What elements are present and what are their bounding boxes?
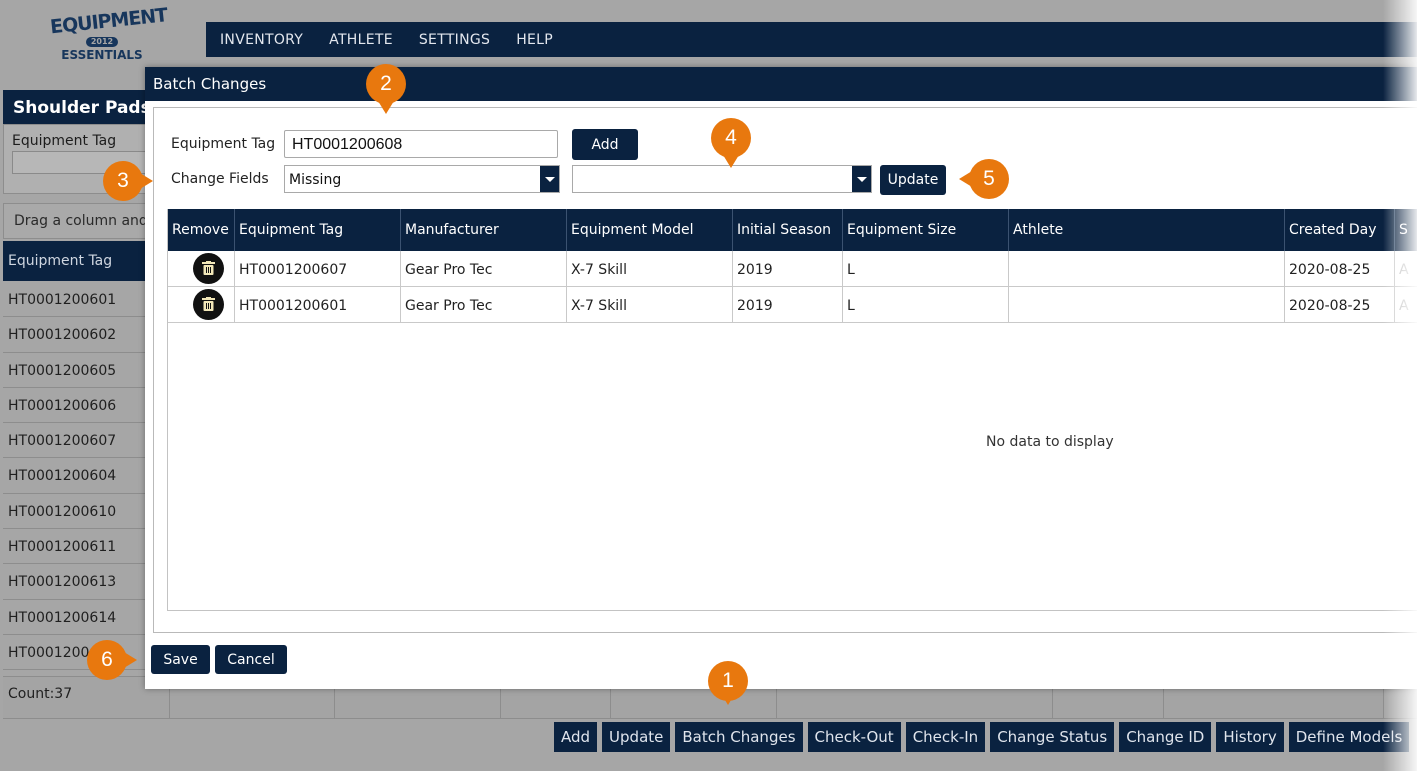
cell-equipment-size: L <box>843 251 1009 286</box>
cell-athlete <box>1009 287 1285 322</box>
update-button[interactable]: Update <box>602 722 671 752</box>
cell-status: A <box>1395 251 1417 286</box>
remove-cell <box>168 287 235 322</box>
no-data-message: No data to display <box>986 434 1114 450</box>
callout-6: 6 <box>87 640 137 680</box>
cell-equipment-tag: HT0001200601 <box>235 287 401 322</box>
cell-athlete <box>1009 251 1285 286</box>
list-item[interactable]: HT0001200605 <box>3 352 148 388</box>
define-models-button[interactable]: Define Models <box>1288 722 1410 752</box>
nav-athlete[interactable]: ATHLETE <box>329 32 393 48</box>
equipment-tag-label: Equipment Tag <box>171 136 276 152</box>
cell-initial-season: 2019 <box>733 251 843 286</box>
cancel-button[interactable]: Cancel <box>215 645 287 674</box>
cell-status: A <box>1395 287 1417 322</box>
list-item[interactable]: HT0001200604 <box>3 458 148 494</box>
check-in-button[interactable]: Check-In <box>905 722 986 752</box>
cell-equipment-model: X-7 Skill <box>567 287 733 322</box>
equipment-list: HT0001200601 HT0001200602 HT0001200605 H… <box>3 282 148 671</box>
cell-created-day: 2020-08-25 <box>1285 251 1395 286</box>
callout-4: 4 <box>711 118 751 168</box>
trash-icon <box>202 261 215 275</box>
remove-row-button[interactable] <box>193 253 224 284</box>
nav-inventory[interactable]: INVENTORY <box>220 32 303 48</box>
change-fields-label: Change Fields <box>171 171 269 187</box>
equipment-tag-input[interactable]: HT0001200608 <box>284 130 558 158</box>
change-id-button[interactable]: Change ID <box>1119 722 1212 752</box>
chevron-down-icon[interactable] <box>852 166 871 192</box>
top-nav: INVENTORY ATHLETE SETTINGS HELP <box>206 22 1417 57</box>
table-row: HT0001200601 Gear Pro Tec X-7 Skill 2019… <box>168 287 1417 323</box>
history-button[interactable]: History <box>1216 722 1284 752</box>
list-item[interactable]: HT0001200601 <box>3 282 148 318</box>
column-remove[interactable]: Remove <box>168 209 235 251</box>
dialog-title: Batch Changes <box>145 67 1417 101</box>
remove-cell <box>168 251 235 286</box>
column-equipment-size[interactable]: Equipment Size <box>843 209 1009 251</box>
list-item[interactable]: HT0001200606 <box>3 387 148 424</box>
change-fields-value: Missing <box>289 172 342 188</box>
field-value-select[interactable] <box>572 165 872 193</box>
chevron-down-icon[interactable] <box>540 166 559 192</box>
callout-2: 2 <box>366 64 406 114</box>
callout-3: 3 <box>103 161 153 201</box>
add-tag-button[interactable]: Add <box>572 129 638 160</box>
group-by-hint: Drag a column and <box>3 203 148 239</box>
filter-label: Equipment Tag <box>12 133 117 149</box>
batch-changes-dialog: Batch Changes Equipment Tag HT0001200608… <box>145 67 1417 689</box>
add-button[interactable]: Add <box>554 722 598 752</box>
list-item[interactable]: HT0001200614 <box>3 599 148 635</box>
bottom-toolbar: Add Update Batch Changes Check-Out Check… <box>554 722 1410 752</box>
column-manufacturer[interactable]: Manufacturer <box>401 209 567 251</box>
nav-help[interactable]: HELP <box>516 32 553 48</box>
batch-items-table: Remove Equipment Tag Manufacturer Equipm… <box>167 209 1417 611</box>
list-item[interactable]: HT0001200610 <box>3 493 148 530</box>
callout-1: 1 <box>708 661 748 705</box>
list-item[interactable]: HT0001200613 <box>3 564 148 600</box>
column-athlete[interactable]: Athlete <box>1009 209 1285 251</box>
save-button[interactable]: Save <box>151 645 210 674</box>
panel-title: Shoulder Pads <box>3 90 148 124</box>
cell-equipment-tag: HT0001200607 <box>235 251 401 286</box>
remove-row-button[interactable] <box>193 289 224 320</box>
check-out-button[interactable]: Check-Out <box>807 722 901 752</box>
trash-icon <box>202 297 215 311</box>
equipment-essentials-logo: EQUIPMENT 2012 ESSENTIALS <box>49 4 168 66</box>
count-label: Count:37 <box>8 686 73 702</box>
logo-line-2: 2012 <box>85 37 119 47</box>
cell-equipment-size: L <box>843 287 1009 322</box>
change-fields-select[interactable]: Missing <box>284 165 560 193</box>
table-header: Remove Equipment Tag Manufacturer Equipm… <box>168 209 1417 251</box>
cell-initial-season: 2019 <box>733 287 843 322</box>
list-item[interactable]: HT0001200602 <box>3 317 148 353</box>
batch-changes-button[interactable]: Batch Changes <box>675 722 803 752</box>
list-item[interactable]: HT0001200611 <box>3 529 148 565</box>
cell-created-day: 2020-08-25 <box>1285 287 1395 322</box>
callout-5: 5 <box>959 159 1009 199</box>
cell-equipment-model: X-7 Skill <box>567 251 733 286</box>
column-initial-season[interactable]: Initial Season <box>733 209 843 251</box>
logo-line-3: ESSENTIALS <box>61 48 143 62</box>
column-equipment-model[interactable]: Equipment Model <box>567 209 733 251</box>
list-item[interactable]: HT0001200607 <box>3 423 148 459</box>
cell-manufacturer: Gear Pro Tec <box>401 287 567 322</box>
column-equipment-tag[interactable]: Equipment Tag <box>235 209 401 251</box>
cell-manufacturer: Gear Pro Tec <box>401 251 567 286</box>
list-header[interactable]: Equipment Tag <box>3 241 148 281</box>
change-status-button[interactable]: Change Status <box>990 722 1115 752</box>
nav-settings[interactable]: SETTINGS <box>419 32 490 48</box>
logo-line-1: EQUIPMENT <box>49 4 169 39</box>
table-row: HT0001200607 Gear Pro Tec X-7 Skill 2019… <box>168 251 1417 287</box>
column-status[interactable]: S <box>1395 209 1417 251</box>
update-field-button[interactable]: Update <box>880 165 946 195</box>
column-created-day[interactable]: Created Day <box>1285 209 1395 251</box>
